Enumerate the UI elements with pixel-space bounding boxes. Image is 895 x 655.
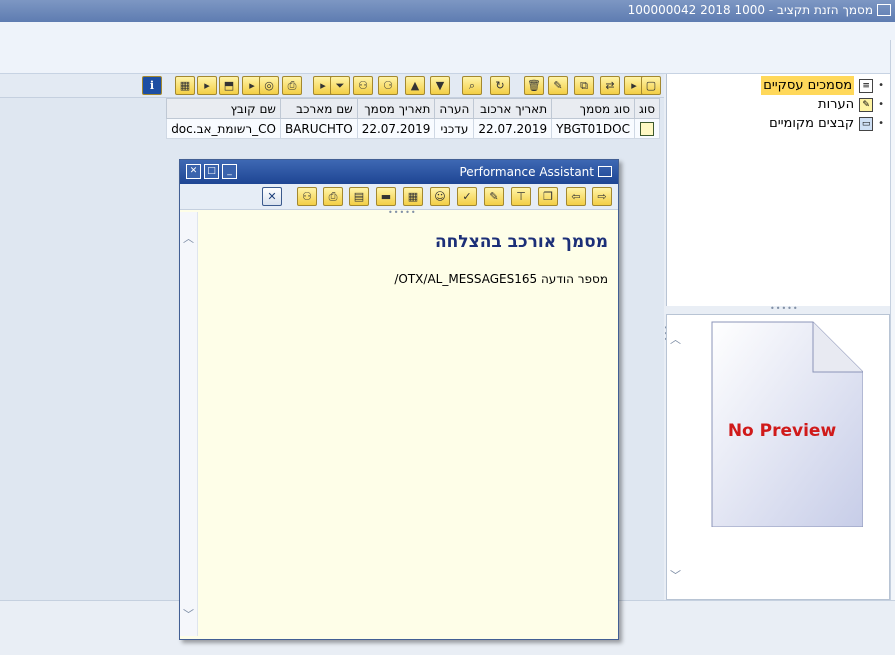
copy-icon[interactable]: ⧉ xyxy=(574,76,594,95)
assistant-title: Performance Assistant xyxy=(459,165,594,179)
tree-item-label: מסמכים עסקיים xyxy=(761,76,855,95)
scroll-down-icon[interactable]: ﹀ xyxy=(183,606,194,622)
document-icon: ≡ xyxy=(859,78,874,93)
no-preview-label: No Preview xyxy=(727,421,837,441)
splitter-handle[interactable]: ••••• xyxy=(770,304,799,313)
column-header[interactable]: תאריך ארכוב xyxy=(473,98,553,119)
sort-ascending-icon[interactable]: ▲ xyxy=(405,76,425,95)
archiver-cell[interactable]: BARUCHTO xyxy=(279,118,358,139)
monitor-icon: ▭ xyxy=(859,116,874,131)
assistant-toolbar: ✕ ⚇ ⎙ ▤ ▬ ▦ ☺ ✓ ✎ ⊤ ❐ ⇦ ⇨ xyxy=(180,184,618,210)
document-preview-pane: ︿ ﹀ No Preview xyxy=(666,314,890,600)
column-header[interactable]: סוג מסמך xyxy=(551,98,635,119)
bullet-icon: • xyxy=(878,118,884,129)
minimize-icon[interactable]: _ xyxy=(222,164,237,179)
table-header-row: סוג סוג מסמך תאריך ארכוב הערה תאריך מסמך… xyxy=(166,98,661,119)
binoculars-icon[interactable]: ⚇ xyxy=(353,76,373,95)
application-toolbar-area xyxy=(0,22,895,74)
find-next-icon[interactable]: ⚆ xyxy=(378,76,398,95)
refresh-icon[interactable]: ↻ xyxy=(490,76,510,95)
performance-assistant-window: ✕ □ _ Performance Assistant ✕ ⚇ ⎙ ▤ ▬ ▦ … xyxy=(179,159,619,640)
help-settings-icon[interactable]: ▬ xyxy=(376,187,396,206)
table-row[interactable]: YBGT01DOC 22.07.2019 עדכני 22.07.2019 BA… xyxy=(166,118,661,139)
filter-icon[interactable]: ⏷ xyxy=(330,76,350,95)
file-name-cell[interactable]: CO_רשומת_אב.doc xyxy=(166,118,281,139)
attachment-tree: • ≡ מסמכים עסקיים • ✎ הערות • ▭ קבצים מק… xyxy=(761,76,884,133)
tree-item-label: קבצים מקומיים xyxy=(769,116,855,131)
edit-notes-icon[interactable]: ✎ xyxy=(484,187,504,206)
edit-icon[interactable]: ✎ xyxy=(548,76,568,95)
export-dropdown-icon[interactable]: ▸ xyxy=(197,76,217,95)
table-view-icon[interactable]: ▦ xyxy=(175,76,195,95)
window-title: מסמך הזנת תקציב - 1000 2018 100000042 xyxy=(627,3,873,17)
glossary-icon[interactable]: ✓ xyxy=(457,187,477,206)
details-icon[interactable]: ⌕ xyxy=(462,76,482,95)
assistant-title-bar[interactable]: ✕ □ _ Performance Assistant xyxy=(180,160,618,184)
tree-item-business-documents[interactable]: • ≡ מסמכים עסקיים xyxy=(761,76,884,95)
document-type-icon xyxy=(639,121,654,136)
back-arrow-icon[interactable]: ⇦ xyxy=(566,187,586,206)
column-header[interactable]: הערה xyxy=(434,98,475,119)
tree-item-label: הערות xyxy=(818,97,855,112)
forward-arrow-icon[interactable]: ⇨ xyxy=(592,187,612,206)
tree-item-notes[interactable]: • ✎ הערות xyxy=(761,95,884,114)
blank-document-image: No Preview xyxy=(711,321,864,528)
bullet-icon: • xyxy=(878,80,884,91)
column-header[interactable]: סוג xyxy=(633,98,661,119)
assistant-scrollbar[interactable]: ︿ ﹀ xyxy=(180,212,198,636)
scroll-up-icon[interactable]: ︿ xyxy=(183,230,194,246)
save-local-icon[interactable]: ⬒ xyxy=(219,76,239,95)
delete-icon[interactable]: 🗑 xyxy=(524,76,544,95)
pencil-note-icon: ✎ xyxy=(859,97,874,112)
window-title-bar: מסמך הזנת תקציב - 1000 2018 100000042 xyxy=(0,0,895,22)
doc-type-cell[interactable]: YBGT01DOC xyxy=(551,118,635,139)
user-settings-icon[interactable]: ☺ xyxy=(430,187,450,206)
structure-icon[interactable]: ⊤ xyxy=(511,187,531,206)
library-icon[interactable]: ❐ xyxy=(538,187,558,206)
maximize-icon[interactable]: □ xyxy=(204,164,219,179)
tree-item-local-files[interactable]: • ▭ קבצים מקומיים xyxy=(761,114,884,133)
print-icon[interactable]: ⎙ xyxy=(282,76,302,95)
find-icon[interactable]: ◎ xyxy=(259,76,279,95)
assistant-window-icon xyxy=(598,166,612,177)
message-heading: מסמך אורכב בהצלחה xyxy=(434,232,608,252)
close-icon[interactable]: ✕ xyxy=(186,164,201,179)
print-icon[interactable]: ⎙ xyxy=(323,187,343,206)
column-header[interactable]: תאריך מסמך xyxy=(356,98,436,119)
window-icon xyxy=(877,4,891,16)
table-icon[interactable]: ▦ xyxy=(403,187,423,206)
link-icon[interactable]: ⇄ xyxy=(600,76,620,95)
attachment-tree-pane: • ≡ מסמכים עסקיים • ✎ הערות • ▭ קבצים מק… xyxy=(666,74,890,306)
archive-date-cell[interactable]: 22.07.2019 xyxy=(473,118,553,139)
file-type-cell[interactable] xyxy=(633,118,661,139)
sort-descending-icon[interactable]: ▼ xyxy=(430,76,450,95)
assistant-content: מסמך אורכב בהצלחה מספר הודעה OTX/AL_MESS… xyxy=(200,212,614,632)
scroll-up-icon[interactable]: ︿ xyxy=(670,331,681,347)
close-help-icon[interactable]: ✕ xyxy=(262,187,282,206)
column-header[interactable]: שם מארכב xyxy=(279,98,358,119)
message-number: מספר הודעה OTX/AL_MESSAGES165/ xyxy=(394,272,608,286)
new-document-icon[interactable]: ▢ xyxy=(641,76,661,95)
scroll-down-icon[interactable]: ﹀ xyxy=(670,567,681,583)
attachment-toolbar: i ▦ ▸ ⬒ ▸ ◎ ⎙ ▸ ⏷ ⚇ ⚆ ▲ ▼ ⌕ ↻ 🗑 ✎ ⧉ ⇄ ▸ … xyxy=(0,74,664,98)
doc-date-cell[interactable]: 22.07.2019 xyxy=(356,118,436,139)
column-header[interactable]: שם קובץ xyxy=(166,98,281,119)
bullet-icon: • xyxy=(878,99,884,110)
note-cell[interactable]: עדכני xyxy=(434,118,475,139)
find-icon[interactable]: ⚇ xyxy=(297,187,317,206)
right-edge-strip xyxy=(890,40,895,600)
technical-info-icon[interactable]: ▤ xyxy=(349,187,369,206)
info-icon[interactable]: i xyxy=(142,76,162,95)
attachments-table: סוג סוג מסמך תאריך ארכוב הערה תאריך מסמך… xyxy=(166,98,661,139)
